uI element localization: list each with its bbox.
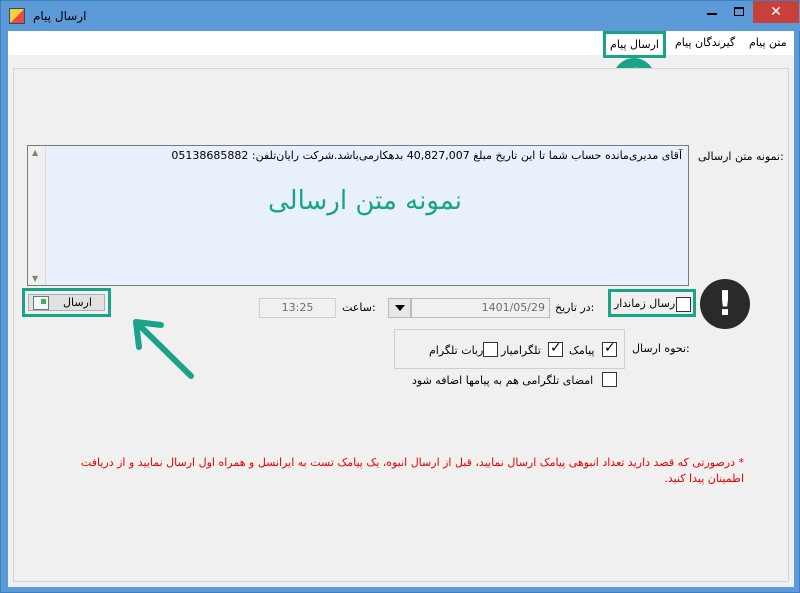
time-input[interactable]: 13:25 <box>259 298 336 318</box>
send-method-group: پیامک تلگرامیار ربات تلگرام <box>394 329 625 369</box>
menu-send-message[interactable]: ارسال پیام <box>603 31 666 58</box>
sample-scrollbar[interactable]: ▲ ▼ <box>28 146 46 285</box>
send-panel: نمونه متن ارسالی: ▲ ▼ آقای مدیری‌مانده ح… <box>13 68 789 582</box>
envelope-send-icon <box>33 296 49 310</box>
telegram-bot-checkbox[interactable] <box>483 342 498 357</box>
send-button-label: ارسال <box>63 296 92 309</box>
scheduled-send-label: ارسال زماندار <box>614 297 679 310</box>
minimize-button[interactable] <box>699 1 725 23</box>
scheduled-send-highlight: ارسال زماندار <box>608 289 696 317</box>
menu-bar: متن پیام گیرندگان پیام ارسال پیام <box>8 31 794 58</box>
title-bar[interactable]: ارسال پیام ✕ <box>1 1 800 31</box>
sample-watermark: نمونه متن ارسالی <box>268 186 463 216</box>
send-button-highlight: ارسال <box>22 288 111 317</box>
time-label: ساعت: <box>342 301 376 314</box>
bulk-send-note: * درصورتی که قصد دارید تعداد انبوهی پیام… <box>80 456 744 485</box>
close-button[interactable]: ✕ <box>753 1 799 23</box>
telegram-bot-label: ربات تلگرام <box>429 344 484 357</box>
maximize-icon <box>734 7 744 16</box>
send-method-label: نحوه ارسال: <box>632 342 690 355</box>
main-window: ارسال پیام ✕ متن پیام گیرندگان پیام ارسا… <box>0 0 800 593</box>
sample-text-label: نمونه متن ارسالی: <box>698 150 784 163</box>
telegramyar-checkbox[interactable] <box>548 340 563 357</box>
annotation-warning-mark: ! <box>700 279 750 329</box>
close-icon: ✕ <box>770 4 782 20</box>
sample-message-text: آقای مدیری‌مانده حساب شما تا این تاریخ م… <box>171 149 682 162</box>
telegram-signature-checkbox[interactable] <box>602 372 617 387</box>
date-input[interactable]: 1401/05/29 <box>411 298 550 318</box>
sms-checkbox[interactable] <box>602 340 617 357</box>
send-button[interactable]: ارسال <box>28 294 105 311</box>
app-icon <box>9 8 25 24</box>
minimize-icon <box>707 12 717 15</box>
scroll-up-icon[interactable]: ▲ <box>32 148 38 157</box>
date-label: در تاریخ: <box>555 301 595 314</box>
sample-text-box[interactable]: ▲ ▼ آقای مدیری‌مانده حساب شما تا این تار… <box>27 145 689 286</box>
scroll-down-icon[interactable]: ▼ <box>32 274 38 283</box>
menu-recipients[interactable]: گیرندگان پیام <box>675 36 735 49</box>
date-dropdown-button[interactable] <box>388 298 411 318</box>
scheduled-send-checkbox[interactable] <box>676 297 691 312</box>
window-title: ارسال پیام <box>33 9 87 23</box>
menu-message-text[interactable]: متن پیام <box>749 36 787 49</box>
client-area: متن پیام گیرندگان پیام ارسال پیام C نمون… <box>8 31 794 587</box>
maximize-button[interactable] <box>726 1 752 23</box>
telegram-signature-label: امضای تلگرامی هم به پیامها اضافه شود <box>412 374 594 387</box>
sms-label: پیامک <box>569 344 595 357</box>
telegramyar-label: تلگرامیار <box>501 344 541 357</box>
arrow-annotation-icon <box>133 319 194 379</box>
